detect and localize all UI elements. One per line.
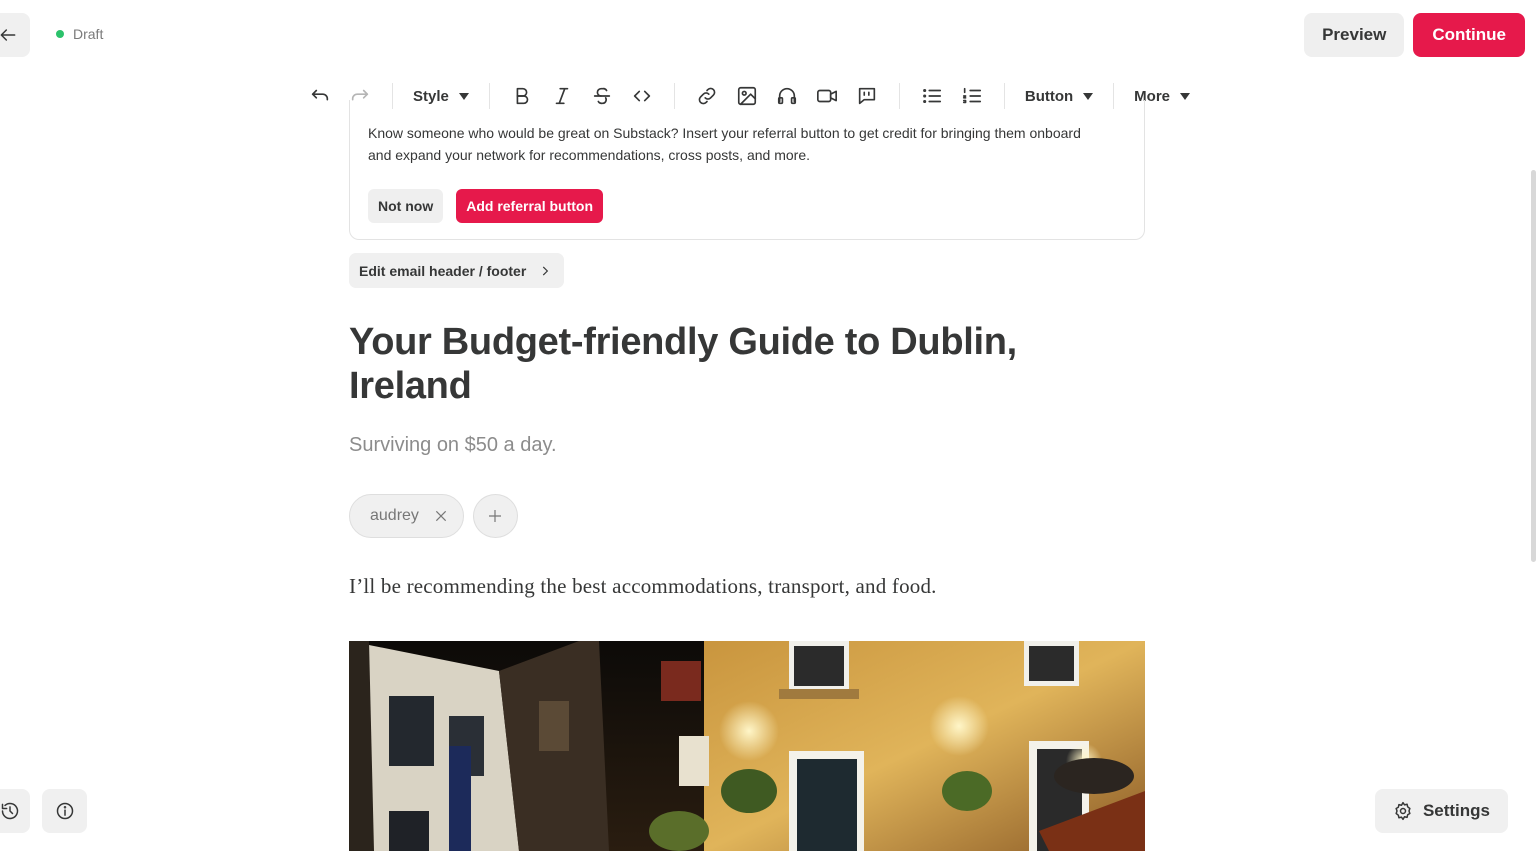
settings-button[interactable]: Settings <box>1374 789 1508 833</box>
caret-down-icon <box>458 92 469 100</box>
street-photo <box>349 641 1145 851</box>
continue-button[interactable]: Continue <box>1413 13 1525 57</box>
back-button[interactable] <box>0 13 30 57</box>
author-name: audrey <box>370 507 419 524</box>
plus-icon <box>489 510 502 522</box>
status-label: Draft <box>73 26 104 42</box>
edit-email-header-footer-label: Edit email header / footer <box>359 262 527 279</box>
post-body-paragraph[interactable]: I’ll be recommending the best accommodat… <box>349 574 937 599</box>
info-button[interactable] <box>42 789 87 833</box>
close-icon[interactable] <box>433 508 449 524</box>
byline: audrey <box>349 494 518 538</box>
post-image[interactable] <box>349 641 1145 851</box>
undo-button[interactable] <box>304 80 336 112</box>
draft-status: Draft <box>56 26 103 42</box>
undo-icon <box>311 89 329 101</box>
author-chip[interactable]: audrey <box>349 494 464 538</box>
referral-actions: Not now Add referral button <box>368 189 1126 223</box>
post-subtitle[interactable]: Surviving on $50 a day. <box>349 434 557 457</box>
chevron-right-icon <box>543 266 549 275</box>
settings-label: Settings <box>1422 801 1490 820</box>
add-author-button[interactable] <box>472 494 518 538</box>
top-actions: Preview Continue <box>1304 13 1525 57</box>
edit-email-header-footer-button[interactable]: Edit email header / footer <box>349 253 565 288</box>
info-icon <box>56 802 73 820</box>
caret-down-icon <box>1083 92 1094 100</box>
referral-text: Know someone who would be great on Subst… <box>368 125 1081 163</box>
history-button[interactable] <box>0 789 30 833</box>
scrollbar[interactable] <box>1531 170 1536 562</box>
add-referral-button[interactable]: Add referral button <box>456 189 603 223</box>
status-dot <box>56 30 64 38</box>
post-title[interactable]: Your Budget-friendly Guide to Dublin, Ir… <box>349 320 1109 408</box>
arrow-left-icon <box>0 29 16 41</box>
referral-card: Know someone who would be great on Subst… <box>349 100 1145 240</box>
caret-down-icon <box>1180 92 1191 100</box>
history-icon <box>1 802 19 820</box>
preview-button[interactable]: Preview <box>1304 13 1405 57</box>
not-now-button[interactable]: Not now <box>368 189 444 223</box>
gear-icon <box>1395 801 1411 821</box>
